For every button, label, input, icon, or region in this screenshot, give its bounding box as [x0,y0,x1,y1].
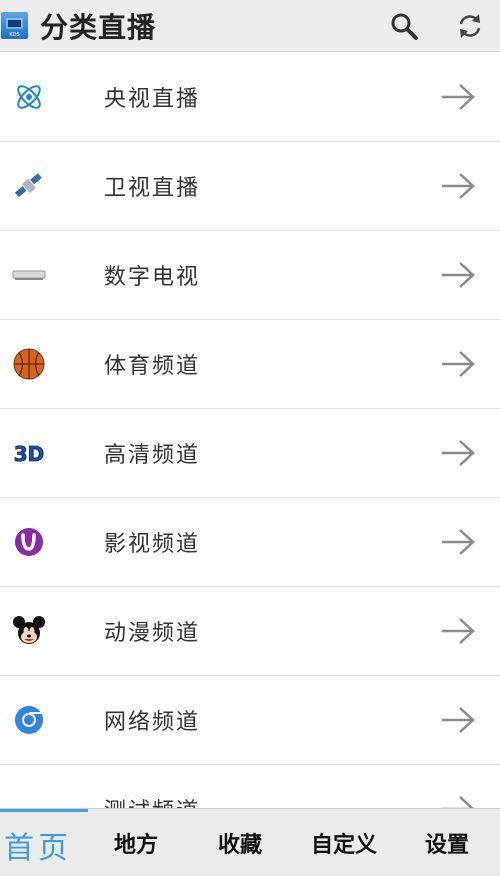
list-item-label: 卫视直播 [104,176,201,201]
search-icon [391,13,418,40]
list-item[interactable]: 央视直播 [0,53,500,142]
list-item-label: 网络频道 [104,710,201,735]
arrow-right-icon [442,529,475,555]
list-item[interactable]: 动漫频道 [0,587,500,676]
list-item[interactable]: 测试频道 [0,765,500,808]
list-item[interactable]: 网络频道 [0,676,500,765]
list-item[interactable]: 体育频道 [0,320,500,409]
arrow-right-icon [442,707,475,733]
svg-text:KDS: KDS [9,32,19,38]
active-tab-indicator [0,809,88,812]
list-item-label: 体育频道 [104,354,201,379]
list-item-label: 央视直播 [104,87,201,112]
satellite-icon [12,169,46,203]
basketball-icon [12,347,46,381]
tab-home[interactable]: 首页 [4,823,72,867]
list-item[interactable]: 影视频道 [0,498,500,587]
tab-favorites[interactable]: 收藏 [218,827,262,859]
tab-local[interactable]: 地方 [114,827,158,859]
set-top-box-icon [12,258,46,292]
category-list: 央视直播 卫视直播 数字电视 体育频道 3D 高清频道 影视频道 动漫频道 网络… [0,53,500,808]
arrow-right-icon [442,84,475,110]
list-item-label: 动漫频道 [104,621,201,646]
list-item-label: 测试频道 [104,793,200,808]
app-logo: KDS [1,12,28,39]
arrow-right-icon [442,796,474,808]
3d-icon: 3D [12,436,46,470]
page-title: 分类直播 [40,10,157,44]
svg-text:3D: 3D [14,442,45,466]
tab-custom[interactable]: 自定义 [311,827,377,859]
atom-icon [12,80,46,114]
chrome-icon [12,703,46,737]
list-item-label: 影视频道 [104,532,201,557]
arrow-right-icon [442,440,475,466]
film-logo-icon [12,525,46,559]
refresh-icon [459,14,481,38]
top-bar: KDS 分类直播 [0,0,500,52]
search-button[interactable] [386,8,422,44]
arrow-right-icon [442,173,475,199]
arrow-right-icon [442,618,475,644]
list-item[interactable]: 数字电视 [0,231,500,320]
bottom-tab-bar: 首页 地方 收藏 自定义 设置 [0,808,500,876]
mickey-icon [12,614,46,648]
refresh-button[interactable] [452,8,488,44]
arrow-right-icon [442,351,475,377]
list-item[interactable]: 3D 高清频道 [0,409,500,498]
list-item-label: 数字电视 [104,265,201,290]
test-icon [12,792,46,808]
list-item-label: 高清频道 [104,443,201,468]
list-item[interactable]: 卫视直播 [0,142,500,231]
arrow-right-icon [442,262,475,288]
tab-settings[interactable]: 设置 [425,827,469,859]
